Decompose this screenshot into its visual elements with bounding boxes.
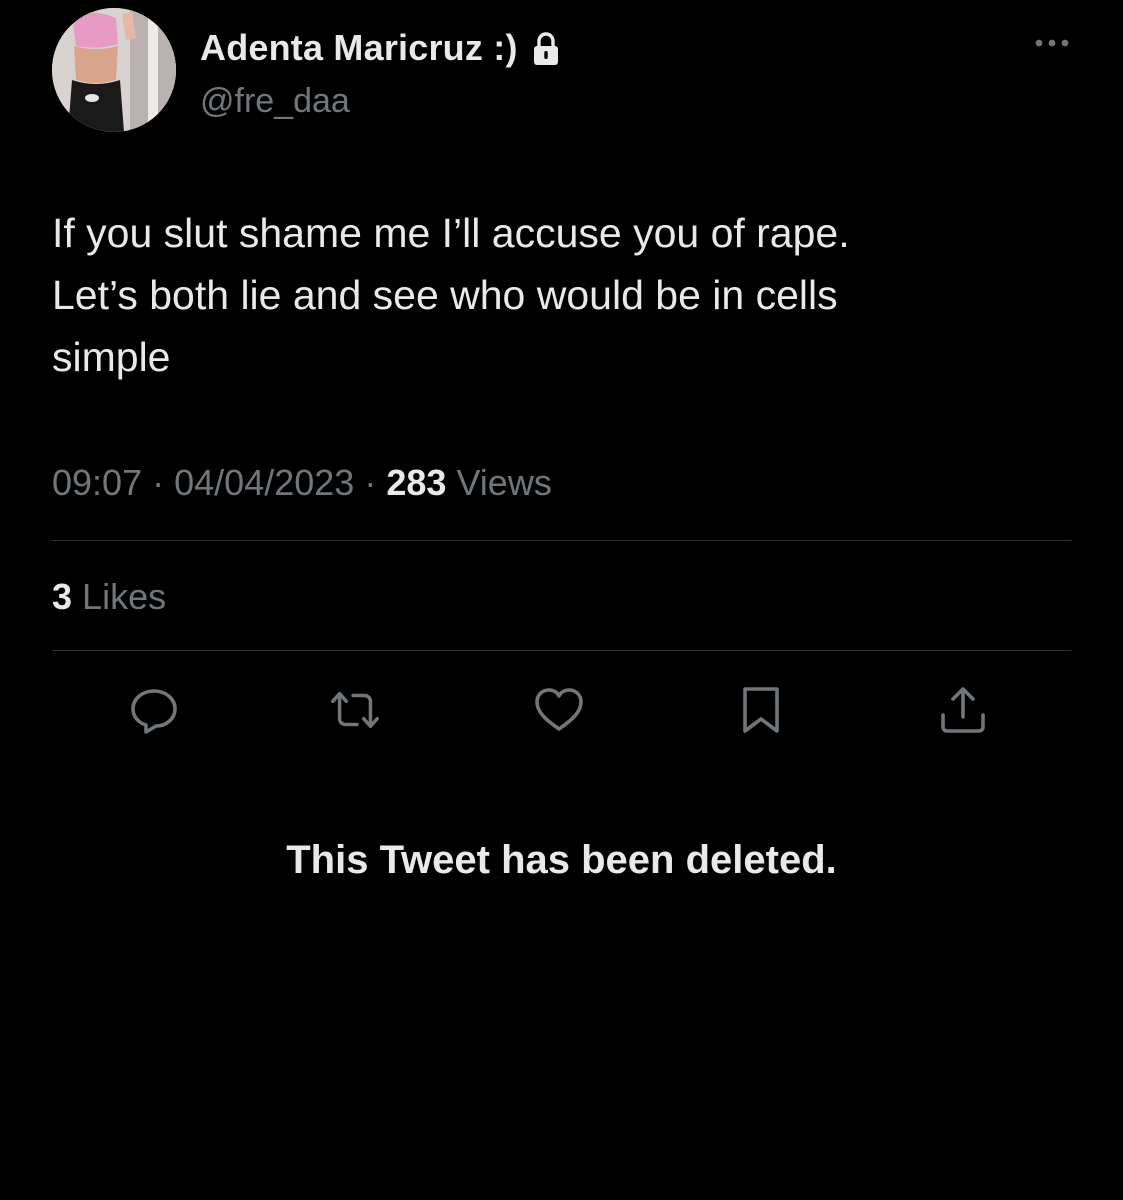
avatar[interactable] [52,8,176,132]
reply-button[interactable] [126,682,182,738]
heart-icon [535,688,583,731]
meta-separator: · [364,462,377,503]
likes-stat[interactable]: 3 Likes [52,576,166,618]
tweet-metadata: 09:07 · 04/04/2023 · 283 Views [52,462,552,504]
display-name[interactable]: Adenta Maricruz :) [200,27,518,69]
avatar-photo [52,8,176,132]
retweet-button[interactable] [327,682,383,738]
views-count: 283 [386,462,447,503]
name-row: Adenta Maricruz :) [200,26,562,70]
tweet-time[interactable]: 09:07 [52,462,142,503]
share-button[interactable] [935,682,991,738]
meta-separator: · [152,462,165,503]
bookmark-icon [743,687,779,733]
views-label: Views [456,462,552,503]
divider [52,650,1071,651]
divider [52,540,1071,541]
likes-label: Likes [82,576,167,617]
tweet-text: If you slut shame me I’ll accuse you of … [52,210,850,380]
lock-icon [530,31,562,67]
retweet-icon [331,691,379,729]
deleted-notice: This Tweet has been deleted. [286,838,837,882]
tweet-detail: Adenta Maricruz :) @fre_daa If you slut … [0,0,1123,1200]
reply-icon [131,689,177,734]
action-bar [52,682,1071,738]
more-horizontal-icon[interactable] [1032,36,1072,50]
tweet-header: Adenta Maricruz :) @fre_daa [52,8,1072,134]
share-icon [941,687,985,733]
likes-count: 3 [52,576,73,617]
like-button[interactable] [531,682,587,738]
user-handle[interactable]: @fre_daa [200,82,350,121]
bookmark-button[interactable] [733,682,789,738]
tweet-date[interactable]: 04/04/2023 [174,462,354,503]
